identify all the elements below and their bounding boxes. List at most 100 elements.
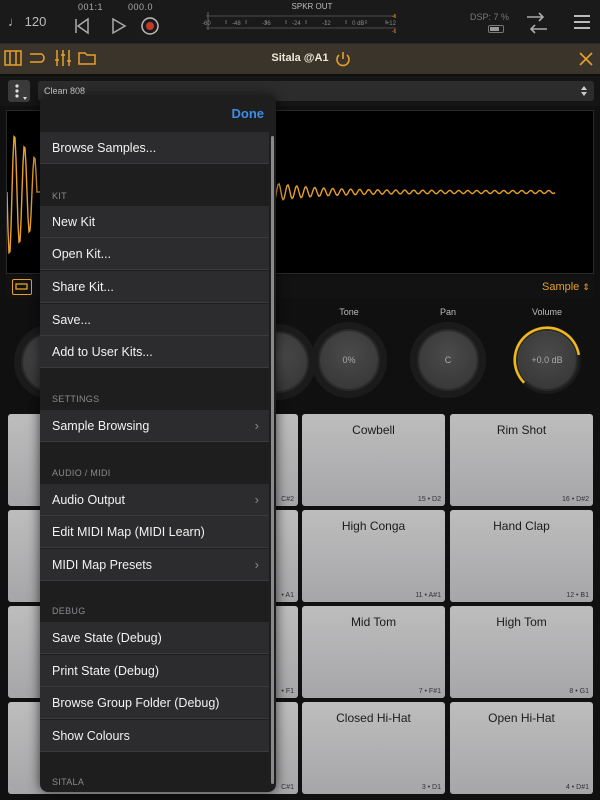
play-icon [112,17,127,35]
menu-item-label: Show Colours [52,729,130,743]
sample-mode-select[interactable]: Sample ⇕ [542,281,590,293]
menu-item-label: Save State (Debug) [52,631,162,645]
menu-item-label: Browse Samples... [52,141,157,155]
keyboard-button[interactable] [4,49,22,67]
pan-knob-label: Pan [439,307,456,317]
pan-knob-value: C [419,331,477,389]
menu-item-label: Sample Browsing [52,419,150,433]
pad-name: Hand Clap [493,519,550,533]
pad-note: 11 • A#1 [415,592,441,599]
hamburger-icon [574,15,590,29]
svg-text:-60: -60 [392,29,396,34]
sample-mode-label: Sample [542,281,580,293]
menu-item-label: Browse Group Folder (Debug) [52,696,220,710]
pan-knob[interactable]: C [410,322,486,398]
piano-icon [4,50,22,66]
menu-item-share-kit[interactable]: Share Kit... [40,271,269,303]
menu-item-label: Share Kit... [52,280,114,294]
plugin-power-button[interactable] [334,50,352,68]
more-vertical-icon [15,84,27,100]
pad-note: 15 • D2 [417,496,441,503]
main-menu-button[interactable] [572,12,594,34]
connections-icon [30,53,45,63]
dsp-load: DSP: 7 % [470,12,510,22]
drum-pad[interactable]: Closed Hi-Hat 3 • D1 [302,702,445,794]
pad-note: 4 • D#1 [565,784,589,791]
volume-knob[interactable]: +0.0 dB [509,322,585,398]
menu-item-print-state[interactable]: Print State (Debug) [40,655,269,687]
menu-item-label: New Kit [52,215,96,229]
record-icon [141,17,159,35]
power-icon [336,52,350,67]
transport-bar: ♩ 120 001:1 000.0 SPKR OUT -60 -60 -60 -… [0,0,600,44]
meter-title: SPKR OUT [291,2,333,11]
close-icon [579,52,593,66]
section-header-audio-midi: AUDIO / MIDI [52,468,111,478]
menu-item-audio-output[interactable]: Audio Output › [40,484,269,516]
menu-item-show-colours[interactable]: Show Colours [40,720,269,752]
drum-pad[interactable]: Rim Shot 16 • D#2 [450,414,593,506]
menu-item-new-kit[interactable]: New Kit [40,206,269,238]
menu-item-add-to-user-kits[interactable]: Add to User Kits... [40,336,269,368]
menu-item-label: Edit MIDI Map (MIDI Learn) [52,525,205,539]
pad-note: 8 • G1 [569,688,589,695]
drum-pad[interactable]: Hand Clap 12 • B1 [450,510,593,602]
close-plugin-button[interactable] [578,51,594,67]
done-button[interactable]: Done [232,106,265,121]
plugin-header: Sitala @A1 [0,44,600,74]
up-down-chevron-icon: ⇕ [582,282,590,292]
preset-name: Clean 808 [44,86,86,96]
section-header-kit: KIT [52,191,67,201]
pad-name: Mid Tom [350,615,397,629]
pad-note: 7 • F#1 [418,688,441,695]
menu-item-save[interactable]: Save... [40,304,269,336]
mixer-button[interactable] [54,49,72,67]
menu-scrollbar[interactable] [271,136,274,784]
routing-button[interactable] [524,10,550,36]
menu-item-edit-midi-map[interactable]: Edit MIDI Map (MIDI Learn) [40,516,269,548]
meter-tick-label: -12 [322,21,331,27]
drum-pad[interactable]: Open Hi-Hat 4 • D#1 [450,702,593,794]
menu-item-save-state[interactable]: Save State (Debug) [40,622,269,654]
volume-knob-value: +0.0 dB [518,331,576,389]
section-header-settings: SETTINGS [52,394,100,404]
tone-knob[interactable]: 0% [311,322,387,398]
menu-item-midi-map-presets[interactable]: MIDI Map Presets › [40,549,269,581]
pad-name: High Tom [496,615,547,629]
meter-tick-label: -36 [262,21,271,27]
drum-pad[interactable]: High Tom 8 • G1 [450,606,593,698]
meter-tick-label: -60 [202,21,211,27]
chevron-right-icon: › [254,418,259,433]
routing-toggle-button[interactable] [28,49,46,67]
settings-popover: Done Browse Samples... KIT New Kit Open … [40,96,276,792]
tempo-display[interactable]: ♩ 120 [8,14,46,29]
preset-options-button[interactable] [8,80,30,102]
menu-item-browse-samples[interactable]: Browse Samples... [40,132,269,164]
record-button[interactable] [138,14,162,38]
pad-name: High Conga [341,519,406,533]
pad-note: C#2 [281,496,294,503]
drum-pad[interactable]: Mid Tom 7 • F#1 [302,606,445,698]
volume-knob-label: Volume [531,307,563,317]
section-header-sitala: SITALA [52,777,85,787]
loop-toggle-button[interactable] [12,279,32,295]
pad-note: C#1 [281,784,294,791]
menu-item-sample-browsing[interactable]: Sample Browsing › [40,410,269,442]
drum-pad[interactable]: Cowbell 15 • D2 [302,414,445,506]
menu-item-browse-group-folder[interactable]: Browse Group Folder (Debug) [40,687,269,719]
chevron-right-icon: › [254,557,259,572]
files-button[interactable] [78,49,96,67]
menu-item-label: Print State (Debug) [52,664,159,678]
play-button[interactable] [106,14,130,38]
rewind-button[interactable] [70,14,94,38]
tone-knob-value: 0% [320,331,378,389]
section-header-debug: DEBUG [52,606,86,616]
menu-item-label: Audio Output [52,493,125,507]
routing-icon [527,12,547,34]
meter-tick-label: -48 [232,21,241,27]
menu-item-label: Add to User Kits... [52,345,153,359]
menu-item-open-kit[interactable]: Open Kit... [40,238,269,270]
battery-icon [488,25,504,33]
time-display: 000.0 [128,2,154,12]
drum-pad[interactable]: High Conga 11 • A#1 [302,510,445,602]
